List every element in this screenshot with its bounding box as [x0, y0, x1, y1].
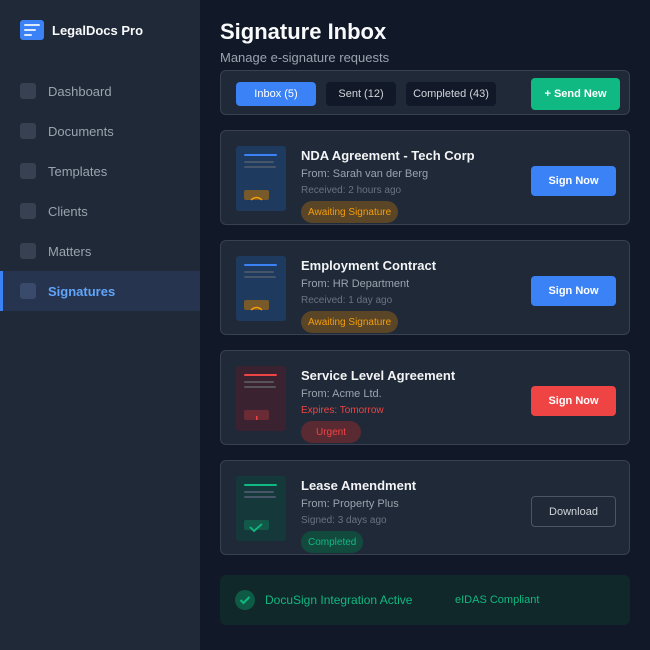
status-badge: Awaiting Signature	[301, 201, 399, 223]
sidebar-item-label: Documents	[48, 123, 114, 139]
document-thumbnail-icon	[236, 146, 286, 211]
templates-icon	[20, 163, 36, 179]
sidebar-nav: Dashboard Documents Templates Clients Ma…	[0, 71, 200, 311]
check-icon	[244, 520, 269, 533]
urgent-flag-icon	[244, 410, 269, 420]
tab-inbox[interactable]: Inbox (5)	[236, 82, 316, 106]
signature-placeholder-icon	[244, 300, 269, 311]
document-sender: From: HR Department	[301, 278, 410, 290]
sidebar-item-signatures[interactable]: Signatures	[0, 271, 200, 311]
tab-completed[interactable]: Completed (43)	[406, 82, 496, 106]
tab-sent[interactable]: Sent (12)	[326, 82, 396, 106]
signatures-icon	[20, 283, 36, 299]
clients-icon	[20, 203, 36, 219]
status-badge: Awaiting Signature	[301, 311, 399, 333]
check-circle-icon	[235, 590, 255, 610]
document-meta: Signed: 3 days ago	[301, 515, 387, 526]
download-button[interactable]: Download	[531, 496, 616, 527]
document-lines-icon	[20, 20, 44, 40]
document-card[interactable]: Employment Contract From: HR Department …	[220, 240, 630, 335]
tab-bar: Inbox (5) Sent (12) Completed (43) + Sen…	[220, 70, 630, 115]
document-card[interactable]: Lease Amendment From: Property Plus Sign…	[220, 460, 630, 555]
signature-placeholder-icon	[244, 190, 269, 201]
sidebar-item-clients[interactable]: Clients	[0, 191, 200, 231]
send-new-button[interactable]: + Send New	[531, 78, 620, 110]
document-card[interactable]: Service Level Agreement From: Acme Ltd. …	[220, 350, 630, 445]
sidebar: LegalDocs Pro Dashboard Documents Templa…	[0, 0, 200, 650]
status-badge: Urgent	[301, 421, 362, 443]
status-badge: Completed	[301, 531, 364, 553]
matters-icon	[20, 243, 36, 259]
compliance-text: eIDAS Compliant	[455, 594, 540, 606]
sidebar-item-dashboard[interactable]: Dashboard	[0, 71, 200, 111]
page-title: Signature Inbox	[220, 19, 387, 44]
document-thumbnail-icon	[236, 476, 286, 541]
sidebar-item-label: Templates	[48, 163, 108, 179]
sign-now-button[interactable]: Sign Now	[531, 166, 616, 196]
document-thumbnail-icon	[236, 366, 286, 431]
document-title[interactable]: Lease Amendment	[301, 478, 416, 493]
document-sender: From: Acme Ltd.	[301, 388, 382, 400]
document-title[interactable]: NDA Agreement - Tech Corp	[301, 148, 475, 163]
document-title[interactable]: Employment Contract	[301, 258, 436, 273]
sidebar-item-label: Dashboard	[48, 83, 112, 99]
document-thumbnail-icon	[236, 256, 286, 321]
sidebar-item-matters[interactable]: Matters	[0, 231, 200, 271]
sidebar-item-label: Clients	[48, 203, 88, 219]
sidebar-item-label: Signatures	[48, 283, 116, 299]
documents-icon	[20, 123, 36, 139]
sign-now-button[interactable]: Sign Now	[531, 276, 616, 306]
integration-status-bar: DocuSign Integration Active eIDAS Compli…	[220, 575, 630, 625]
sign-now-button[interactable]: Sign Now	[531, 386, 616, 416]
app-name: LegalDocs Pro	[52, 22, 144, 38]
brand[interactable]: LegalDocs Pro	[20, 20, 143, 40]
document-title[interactable]: Service Level Agreement	[301, 368, 455, 383]
document-sender: From: Property Plus	[301, 498, 399, 510]
document-meta: Expires: Tomorrow	[301, 405, 384, 416]
document-card[interactable]: NDA Agreement - Tech Corp From: Sarah va…	[220, 130, 630, 225]
sidebar-item-templates[interactable]: Templates	[0, 151, 200, 191]
integration-status-text: DocuSign Integration Active	[265, 593, 413, 607]
document-sender: From: Sarah van der Berg	[301, 168, 429, 180]
sidebar-item-documents[interactable]: Documents	[0, 111, 200, 151]
sidebar-item-label: Matters	[48, 243, 92, 259]
page-subtitle: Manage e-signature requests	[220, 50, 390, 65]
dashboard-icon	[20, 83, 36, 99]
document-meta: Received: 2 hours ago	[301, 185, 402, 196]
document-meta: Received: 1 day ago	[301, 295, 393, 306]
